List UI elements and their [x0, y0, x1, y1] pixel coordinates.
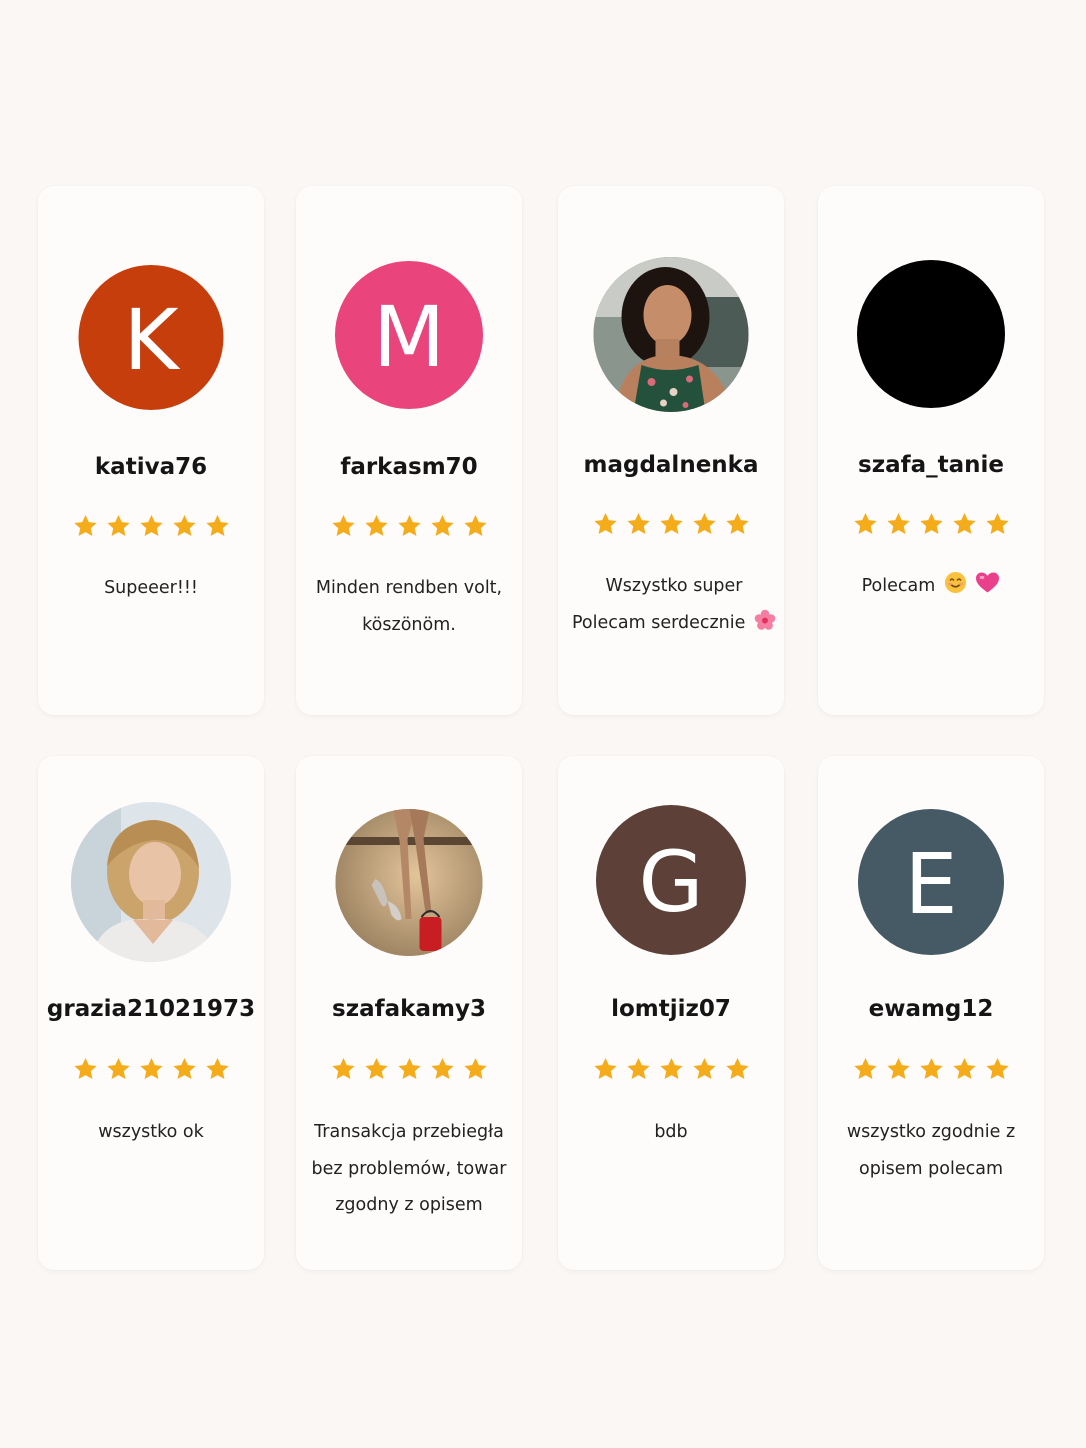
star-icon — [593, 1057, 617, 1079]
star-icon — [692, 1057, 716, 1079]
star-icon — [919, 1057, 943, 1079]
review-card: szafakamy3 Transakcja przebiegła bez pro… — [296, 756, 522, 1270]
star-icon — [886, 512, 910, 534]
reviewer-username[interactable]: kativa76 — [38, 454, 264, 480]
star-icon — [364, 514, 388, 536]
star-icon — [397, 514, 421, 536]
user-photo-shoes-icon — [335, 809, 483, 956]
user-photo-woman-blonde-icon — [71, 802, 231, 962]
star-icon — [593, 512, 617, 534]
review-text: bdb — [654, 1122, 688, 1142]
star-icon — [725, 1057, 749, 1079]
avatar: G — [596, 805, 746, 955]
review-card: M farkasm70 Minden rendben volt, köszönö… — [296, 186, 522, 715]
smile-icon — [944, 572, 966, 593]
star-rating — [38, 1056, 264, 1082]
reviewer-username[interactable]: magdalnenka — [558, 452, 784, 478]
reviewer-username[interactable]: farkasm70 — [296, 454, 522, 480]
review-text: Transakcja przebiegła bez problemów, tow… — [311, 1122, 507, 1215]
star-icon — [463, 514, 487, 536]
reviews-grid: K kativa76 Supeeer!!! M farkasm70 Minden… — [0, 0, 1086, 1448]
star-icon — [659, 512, 683, 534]
review-card: szafa_tanie Polecam — [818, 186, 1044, 715]
reviewer-username[interactable]: ewamg12 — [818, 996, 1044, 1022]
star-icon — [659, 1057, 683, 1079]
star-icon — [853, 512, 877, 534]
review-card: K kativa76 Supeeer!!! — [38, 186, 264, 715]
avatar — [593, 257, 749, 412]
star-icon — [725, 512, 749, 534]
star-icon — [626, 1057, 650, 1079]
avatar-letter: K — [123, 290, 179, 389]
review-card: magdalnenka Wszystko super Polecam serde… — [558, 186, 784, 715]
review-text: wszystko zgodnie z opisem polecam — [846, 1122, 1016, 1179]
flower-icon — [754, 609, 776, 630]
star-icon — [886, 1057, 910, 1079]
star-icon — [172, 1057, 196, 1079]
avatar: K — [78, 265, 224, 410]
review-card: G lomtjiz07 bdb — [558, 756, 784, 1270]
review-text: Polecam — [826, 568, 1036, 605]
user-photo-woman-dark-hair-icon — [593, 257, 749, 412]
star-icon — [626, 512, 650, 534]
star-icon — [985, 512, 1009, 534]
star-icon — [73, 514, 97, 536]
reviewer-username[interactable]: lomtjiz07 — [558, 996, 784, 1022]
star-rating — [38, 513, 264, 539]
star-icon — [331, 514, 355, 536]
avatar-letter: M — [372, 288, 446, 386]
star-rating — [818, 511, 1044, 537]
star-icon — [73, 1057, 97, 1079]
reviewer-username[interactable]: szafakamy3 — [296, 996, 522, 1022]
star-icon — [397, 1057, 421, 1079]
star-icon — [952, 1057, 976, 1079]
star-icon — [331, 1057, 355, 1079]
reviewer-username[interactable]: grazia21021973 — [38, 996, 264, 1022]
star-icon — [205, 514, 229, 536]
star-icon — [985, 1057, 1009, 1079]
review-text: wszystko ok — [98, 1122, 204, 1142]
star-icon — [463, 1057, 487, 1079]
star-icon — [952, 512, 976, 534]
review-text: Supeeer!!! — [104, 578, 198, 598]
star-icon — [692, 512, 716, 534]
review-text: Minden rendben volt, köszönöm. — [315, 578, 503, 635]
review-card: grazia21021973 wszystko ok — [38, 756, 264, 1270]
star-icon — [205, 1057, 229, 1079]
star-icon — [364, 1057, 388, 1079]
star-icon — [139, 1057, 163, 1079]
review-card: E ewamg12 wszystko zgodnie z opisem pole… — [818, 756, 1044, 1270]
star-rating — [818, 1056, 1044, 1082]
avatar: E — [858, 809, 1004, 955]
star-icon — [172, 514, 196, 536]
star-icon — [430, 1057, 454, 1079]
star-icon — [430, 514, 454, 536]
avatar — [335, 809, 483, 956]
star-rating — [296, 1056, 522, 1082]
star-rating — [558, 1056, 784, 1082]
star-rating — [558, 511, 784, 537]
star-icon — [853, 1057, 877, 1079]
star-rating — [296, 513, 522, 539]
review-text: Wszystko super Polecam serdecznie — [572, 568, 776, 641]
star-icon — [139, 514, 163, 536]
star-icon — [919, 512, 943, 534]
heart-icon — [976, 572, 1000, 593]
avatar — [71, 802, 231, 962]
reviewer-username[interactable]: szafa_tanie — [818, 452, 1044, 478]
star-icon — [106, 1057, 130, 1079]
star-icon — [106, 514, 130, 536]
avatar: M — [335, 261, 483, 409]
avatar-letter: E — [904, 835, 958, 933]
avatar-letter: G — [638, 833, 704, 931]
avatar — [857, 260, 1005, 408]
